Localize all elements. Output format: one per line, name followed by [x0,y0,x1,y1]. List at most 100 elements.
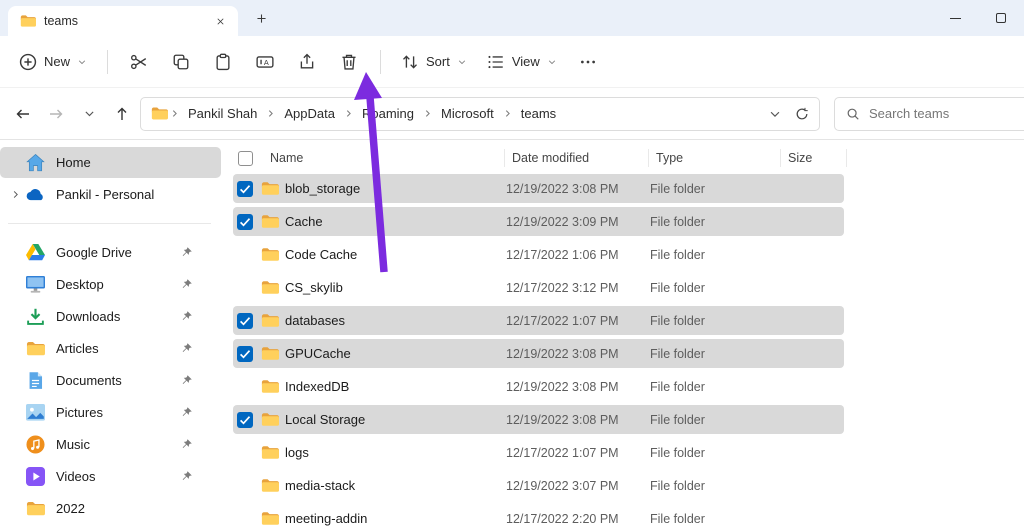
sidebar-item-desktop[interactable]: Desktop [0,269,221,300]
file-date-modified: 12/17/2022 1:07 PM [506,313,619,328]
sidebar-item-label: Google Drive [56,245,132,260]
file-row-blob-storage[interactable]: blob_storage 12/19/2022 3:08 PM File folde… [225,172,1024,205]
file-date-modified: 12/19/2022 3:09 PM [506,214,619,229]
row-checkbox[interactable] [237,180,253,197]
row-checkbox[interactable] [237,312,253,329]
address-bar[interactable]: Pankil Shah AppData Roaming Microsoft teams [140,96,820,131]
delete-icon [340,53,358,71]
file-row-cache[interactable]: Cache 12/19/2022 3:09 PM File folder [225,205,1024,238]
row-checkbox[interactable] [237,511,253,527]
folder-icon [26,340,45,358]
copy-button[interactable] [161,44,201,80]
videos-icon [26,467,45,486]
file-type: File folder [650,511,705,526]
row-checkbox[interactable] [237,247,253,263]
new-button[interactable]: New [10,44,96,80]
back-button[interactable] [8,99,38,129]
recent-locations-button[interactable] [74,99,104,129]
refresh-button[interactable] [788,100,815,127]
column-header-date-modified[interactable]: Date modified [504,149,648,167]
pin-icon [180,246,193,259]
sort-icon [401,53,419,71]
svg-text:A: A [264,57,269,66]
delete-button[interactable] [329,44,369,80]
search-input[interactable] [869,106,1024,121]
file-row-gpucache[interactable]: GPUCache 12/19/2022 3:08 PM File folder [225,337,1024,370]
sidebar-item-label: Documents [56,373,122,388]
cut-icon [130,53,148,71]
file-date-modified: 12/19/2022 3:08 PM [506,412,619,427]
cut-button[interactable] [119,44,159,80]
minimize-button[interactable] [932,0,978,36]
copy-icon [172,53,190,71]
sort-button-label: Sort [426,54,450,69]
row-checkbox[interactable] [237,445,253,461]
file-row-meeting-addin[interactable]: meeting-addin 12/17/2022 2:20 PM File fold… [225,502,1024,531]
file-row-cs-skylib[interactable]: CS_skylib 12/17/2022 3:12 PM File folder [225,271,1024,304]
folder-icon [261,346,279,361]
address-dropdown-button[interactable] [761,100,788,127]
explorer-tab[interactable]: teams [8,6,238,36]
sidebar-item-2022[interactable]: 2022 [0,493,221,524]
share-button[interactable] [287,44,327,80]
view-button-label: View [511,54,540,69]
folder-icon [261,379,279,394]
pin-icon [180,438,193,451]
sidebar-item-music[interactable]: Music [0,429,221,460]
sidebar-item-articles[interactable]: Articles [0,333,221,364]
file-date-modified: 12/19/2022 3:07 PM [506,478,619,493]
search-box [834,96,1024,131]
sidebar-item-pictures[interactable]: Pictures [0,397,221,428]
file-row-code-cache[interactable]: Code Cache 12/17/2022 1:06 PM File folder [225,238,1024,271]
breadcrumb-roaming[interactable]: Roaming [355,102,421,125]
rename-button[interactable]: A [245,44,285,80]
breadcrumb-appdata[interactable]: AppData [277,102,342,125]
up-button[interactable] [107,99,137,129]
row-checkbox[interactable] [237,379,253,395]
file-row-logs[interactable]: logs 12/17/2022 1:07 PM File folder [225,436,1024,469]
file-date-modified: 12/17/2022 1:06 PM [506,247,619,262]
sidebar-item-google-drive[interactable]: Google Drive [0,237,221,268]
select-all-checkbox[interactable] [238,150,253,166]
window-controls [932,0,1024,36]
sidebar-item-downloads[interactable]: Downloads [0,301,221,332]
file-date-modified: 12/17/2022 2:20 PM [506,511,619,526]
sort-button[interactable]: Sort [392,44,476,80]
sidebar-item-pankil-personal[interactable]: Pankil - Personal [0,179,221,210]
row-checkbox[interactable] [237,411,253,428]
new-tab-button[interactable] [248,5,274,31]
see-more-button[interactable] [568,44,608,80]
sidebar-item-home[interactable]: Home [0,147,221,178]
pin-icon [180,374,193,387]
tab-close-icon[interactable] [210,11,230,31]
pin-icon [180,310,193,323]
file-row-media-stack[interactable]: media-stack 12/19/2022 3:07 PM File folder [225,469,1024,502]
file-name: IndexedDB [285,379,350,394]
pictures-icon [26,404,45,422]
row-checkbox[interactable] [237,280,253,296]
forward-button[interactable] [41,99,71,129]
row-checkbox[interactable] [237,345,253,362]
paste-button[interactable] [203,44,243,80]
file-row-indexeddb[interactable]: IndexedDB 12/19/2022 3:08 PM File folder [225,370,1024,403]
column-header-size[interactable]: Size [780,149,847,167]
file-row-local-storage[interactable]: Local Storage 12/19/2022 3:08 PM File fold… [225,403,1024,436]
expand-chevron-icon[interactable] [4,189,26,200]
file-date-modified: 12/19/2022 3:08 PM [506,379,619,394]
file-row-databases[interactable]: databases 12/17/2022 1:07 PM File folder [225,304,1024,337]
row-checkbox[interactable] [237,213,253,230]
view-button[interactable]: View [478,44,566,80]
sidebar-item-documents[interactable]: Documents [0,365,221,396]
maximize-button[interactable] [978,0,1024,36]
folder-icon [261,478,279,493]
sidebar-item-videos[interactable]: Videos [0,461,221,492]
folder-icon [261,181,279,196]
address-row: Pankil Shah AppData Roaming Microsoft teams [0,88,1024,140]
pin-icon [180,406,193,419]
breadcrumb-microsoft[interactable]: Microsoft [434,102,501,125]
breadcrumb-pankil-shah[interactable]: Pankil Shah [181,102,264,125]
column-header-type[interactable]: Type [648,149,780,167]
row-checkbox[interactable] [237,478,253,494]
breadcrumb-teams[interactable]: teams [514,102,563,125]
column-header-name[interactable]: Name [261,149,504,167]
